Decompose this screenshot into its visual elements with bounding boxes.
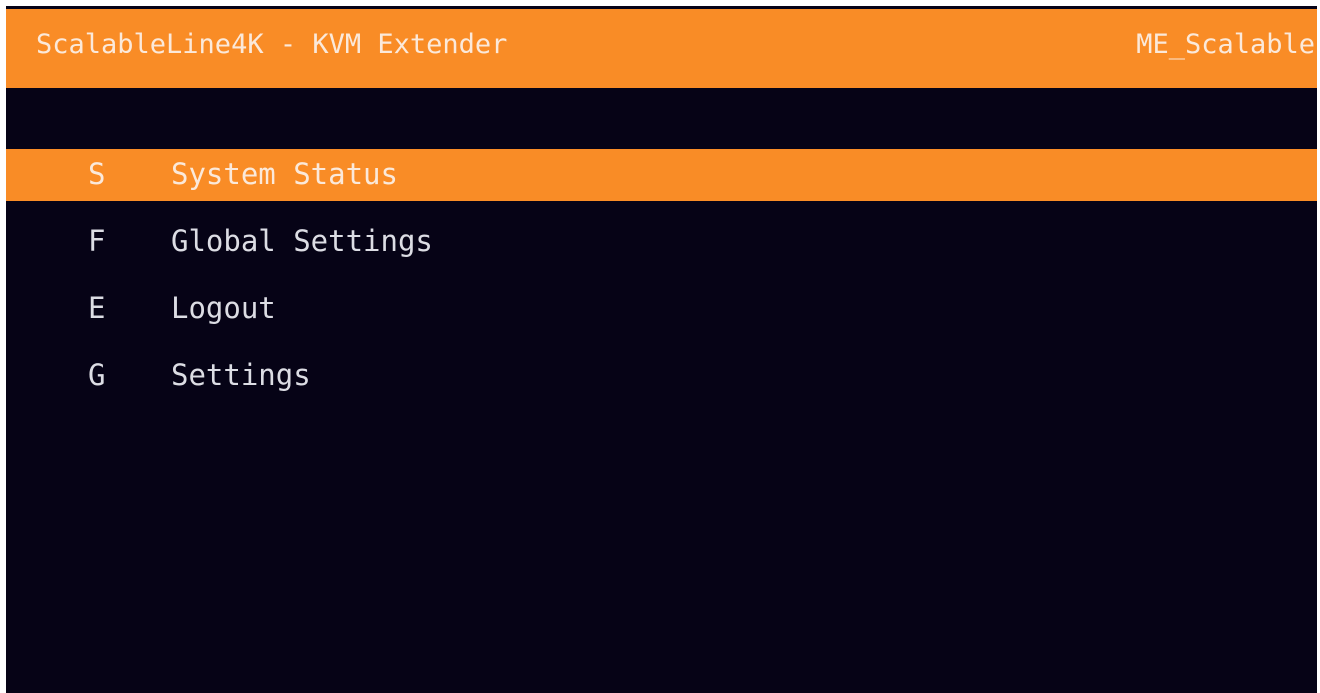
menu-item-hotkey: S — [88, 157, 106, 191]
menu-item-hotkey: G — [88, 358, 106, 392]
menu-item-logout[interactable]: E Logout — [6, 283, 1317, 335]
app-title: ScalableLine4K - KVM Extender — [36, 29, 508, 60]
menu-item-global-settings[interactable]: F Global Settings — [6, 216, 1317, 268]
menu-item-hotkey: F — [88, 224, 106, 258]
main-menu: S System Status F Global Settings E Logo… — [6, 149, 1317, 417]
menu-item-settings[interactable]: G Settings — [6, 350, 1317, 402]
menu-item-label: Logout — [171, 291, 276, 325]
menu-item-label: System Status — [171, 157, 398, 191]
menu-item-label: Settings — [171, 358, 311, 392]
menu-item-system-status[interactable]: S System Status — [6, 149, 1317, 201]
osd-screen: ScalableLine4K - KVM Extender ME_Scalabl… — [6, 6, 1317, 693]
menu-item-hotkey: E — [88, 291, 106, 325]
title-bar: ScalableLine4K - KVM Extender ME_Scalabl… — [6, 9, 1317, 88]
menu-item-label: Global Settings — [171, 224, 433, 258]
device-name: ME_Scalable — [1136, 29, 1315, 60]
